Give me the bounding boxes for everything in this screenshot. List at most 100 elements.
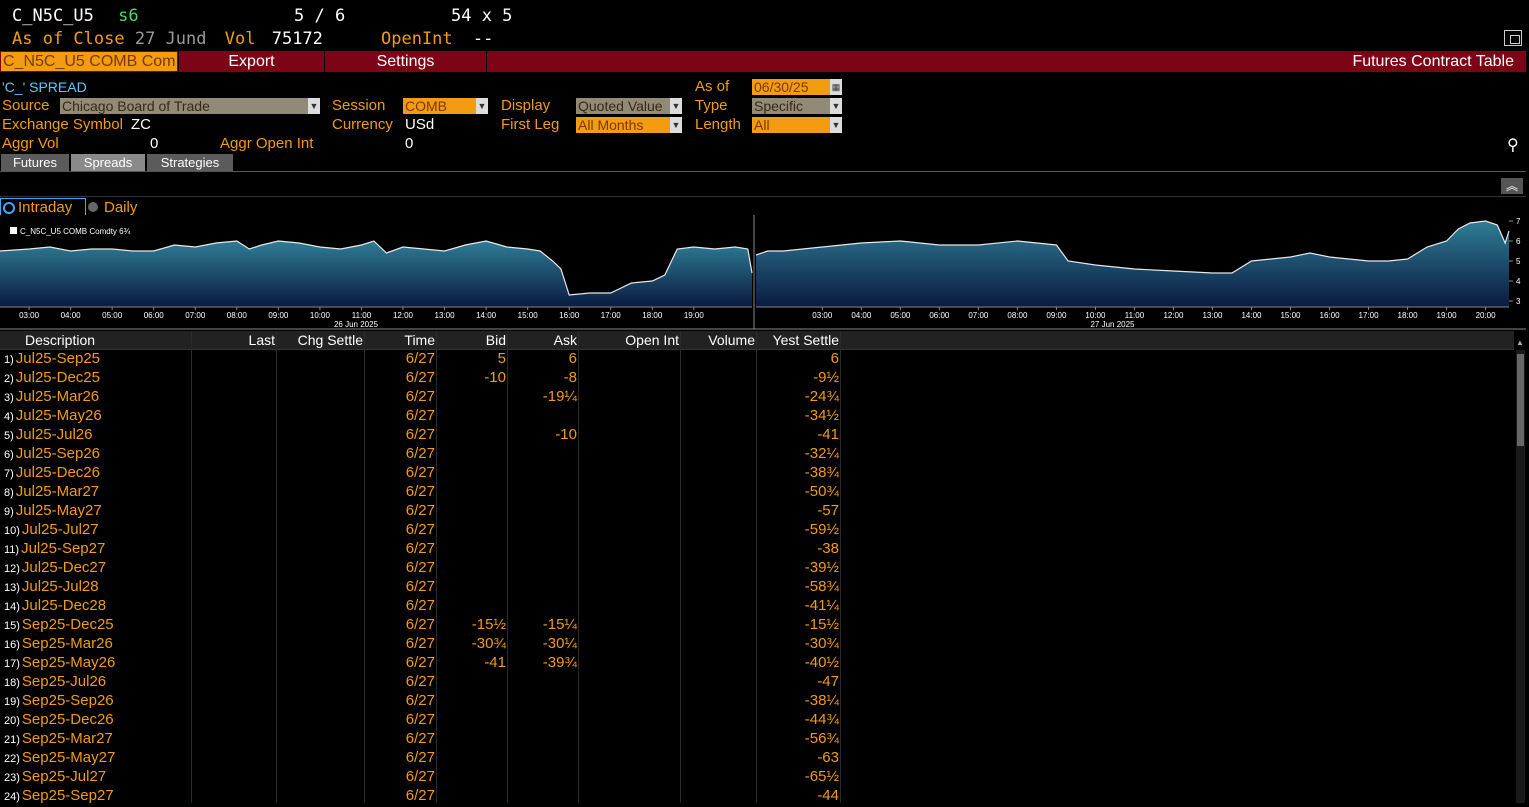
chart-x-tick-label: 07:00 [185,311,206,320]
description-cell[interactable]: 17) Sep25-May26 [4,653,115,672]
description-cell[interactable]: 7) Jul25-Dec26 [4,463,100,482]
description-cell[interactable]: 13) Jul25-Jul28 [4,577,99,596]
table-row[interactable]: 2) Jul25-Dec25 6/27 -10 -8 -9½ [0,368,1514,387]
source-dropdown[interactable]: Chicago Board of Trade ▼ [60,98,320,114]
description-cell[interactable]: 23) Sep25-Jul27 [4,767,106,786]
description-cell[interactable]: 4) Jul25-May26 [4,406,102,425]
tab-strategies[interactable]: Strategies [147,154,233,171]
person-search-icon[interactable]: ⚲ [1507,135,1519,155]
table-row[interactable]: 3) Jul25-Mar26 6/27 -19¼ -24¾ [0,387,1514,406]
chevron-down-icon[interactable]: ▼ [476,98,488,114]
table-row[interactable]: 19) Sep25-Sep26 6/27 -38¼ [0,691,1514,710]
as-of-date-field[interactable]: 06/30/25 ▦ [752,79,842,95]
description-cell[interactable]: 2) Jul25-Dec25 [4,368,100,387]
description-cell[interactable]: 18) Sep25-Jul26 [4,672,106,691]
col-volume[interactable]: Volume [681,331,755,349]
calendar-icon[interactable]: ▦ [830,79,842,95]
description-cell[interactable]: 15) Sep25-Dec25 [4,615,114,634]
first-leg-dropdown[interactable]: All Months ▼ [576,117,682,133]
tab-futures[interactable]: Futures [1,154,69,171]
chevron-down-icon[interactable]: ▼ [308,98,320,114]
session-dropdown[interactable]: COMB ▼ [403,98,488,114]
col-ask[interactable]: Ask [508,331,577,349]
tab-spreads[interactable]: Spreads [71,154,145,171]
table-row[interactable]: 14) Jul25-Dec28 6/27 -41¼ [0,596,1514,615]
col-bid[interactable]: Bid [437,331,506,349]
export-button[interactable]: Export [180,51,323,72]
table-row[interactable]: 4) Jul25-May26 6/27 -34½ [0,406,1514,425]
col-last[interactable]: Last [192,331,275,349]
col-open-int[interactable]: Open Int [579,331,679,349]
table-row[interactable]: 15) Sep25-Dec25 6/27 -15½ -15¼ -15½ [0,615,1514,634]
table-row[interactable]: 9) Jul25-May27 6/27 -57 [0,501,1514,520]
type-dropdown[interactable]: Specific ▼ [752,98,842,114]
table-row[interactable]: 23) Sep25-Jul27 6/27 -65½ [0,767,1514,786]
description-cell[interactable]: 3) Jul25-Mar26 [4,387,99,406]
table-row[interactable]: 18) Sep25-Jul26 6/27 -47 [0,672,1514,691]
chart-y-tick-label: 7 [1516,217,1521,226]
time-cell: 6/27 [405,369,435,386]
length-dropdown[interactable]: All ▼ [752,117,842,133]
description-cell[interactable]: 10) Jul25-Jul27 [4,520,99,539]
description-cell[interactable]: 11) Jul25-Sep27 [4,539,105,558]
table-row[interactable]: 8) Jul25-Mar27 6/27 -50¾ [0,482,1514,501]
scroll-up-icon[interactable]: ▲ [1516,338,1524,347]
description-cell[interactable]: 14) Jul25-Dec28 [4,596,106,615]
ask-cell [508,596,577,615]
chart-x-tick-label: 15:00 [1280,311,1301,320]
display-dropdown[interactable]: Quoted Value ▼ [576,98,682,114]
col-chg-settle[interactable]: Chg Settle [277,331,363,349]
description-cell[interactable]: 6) Jul25-Sep26 [4,444,100,463]
ask-cell: 6 [568,350,577,367]
chevron-down-icon[interactable]: ▼ [670,98,682,114]
settings-button[interactable]: Settings [326,51,485,72]
ask-cell [508,501,577,520]
description-cell[interactable]: 19) Sep25-Sep26 [4,691,114,710]
ask-cell [508,767,577,786]
table-row[interactable]: 20) Sep25-Dec26 6/27 -44¾ [0,710,1514,729]
table-row[interactable]: 13) Jul25-Jul28 6/27 -58¾ [0,577,1514,596]
table-row[interactable]: 16) Sep25-Mar26 6/27 -30¾ -30¼ -30¾ [0,634,1514,653]
row-number: 13) [4,582,20,594]
description-cell[interactable]: 21) Sep25-Mar27 [4,729,113,748]
popout-icon[interactable] [1504,30,1522,46]
col-description[interactable]: Description [25,331,95,349]
chart-x-tick-label: 09:00 [1046,311,1067,320]
scrollbar-thumb[interactable] [1517,354,1524,446]
bid-cell [437,767,506,786]
table-row[interactable]: 6) Jul25-Sep26 6/27 -32¼ [0,444,1514,463]
chevron-down-icon[interactable]: ▼ [830,98,842,114]
table-row[interactable]: 1) Jul25-Sep25 6/27 5 6 6 [0,349,1514,368]
table-row[interactable]: 5) Jul25-Jul26 6/27 -10 -41 [0,425,1514,444]
description-cell[interactable]: 22) Sep25-May27 [4,748,115,767]
description-cell[interactable]: 8) Jul25-Mar27 [4,482,99,501]
chevron-down-icon[interactable]: ▼ [670,117,682,133]
chevron-down-icon[interactable]: ▼ [830,117,842,133]
source-value: Chicago Board of Trade [62,98,210,114]
description-cell[interactable]: 9) Jul25-May27 [4,501,102,520]
display-label: Display [501,97,551,114]
description-cell[interactable]: 20) Sep25-Dec26 [4,710,114,729]
table-row[interactable]: 11) Jul25-Sep27 6/27 -38 [0,539,1514,558]
description-cell[interactable]: 24) Sep25-Sep27 [4,786,114,805]
table-row[interactable]: 17) Sep25-May26 6/27 -41 -39¾ -40½ [0,653,1514,672]
table-row[interactable]: 7) Jul25-Dec26 6/27 -38¾ [0,463,1514,482]
ask-cell: -39¾ [542,654,577,671]
time-cell: 6/27 [405,635,435,652]
col-yest-settle[interactable]: Yest Settle [757,331,839,349]
ask-cell [508,444,577,463]
table-row[interactable]: 10) Jul25-Jul27 6/27 -59½ [0,520,1514,539]
description-cell[interactable]: 5) Jul25-Jul26 [4,425,93,444]
col-time[interactable]: Time [365,331,435,349]
description-cell[interactable]: 16) Sep25-Mar26 [4,634,113,653]
security-field[interactable]: C_N5C_U5 COMB Com [1,52,177,71]
table-row[interactable]: 12) Jul25-Dec27 6/27 -39½ [0,558,1514,577]
table-row[interactable]: 22) Sep25-May27 6/27 -63 [0,748,1514,767]
table-row[interactable]: 24) Sep25-Sep27 6/27 -44 [0,786,1514,805]
collapse-chart-icon[interactable]: ︽ [1501,178,1523,194]
chart-x-tick-label: 10:00 [310,311,331,320]
contract-description: Jul25-Dec28 [21,597,107,614]
description-cell[interactable]: 1) Jul25-Sep25 [4,349,100,368]
table-row[interactable]: 21) Sep25-Mar27 6/27 -56¾ [0,729,1514,748]
description-cell[interactable]: 12) Jul25-Dec27 [4,558,106,577]
